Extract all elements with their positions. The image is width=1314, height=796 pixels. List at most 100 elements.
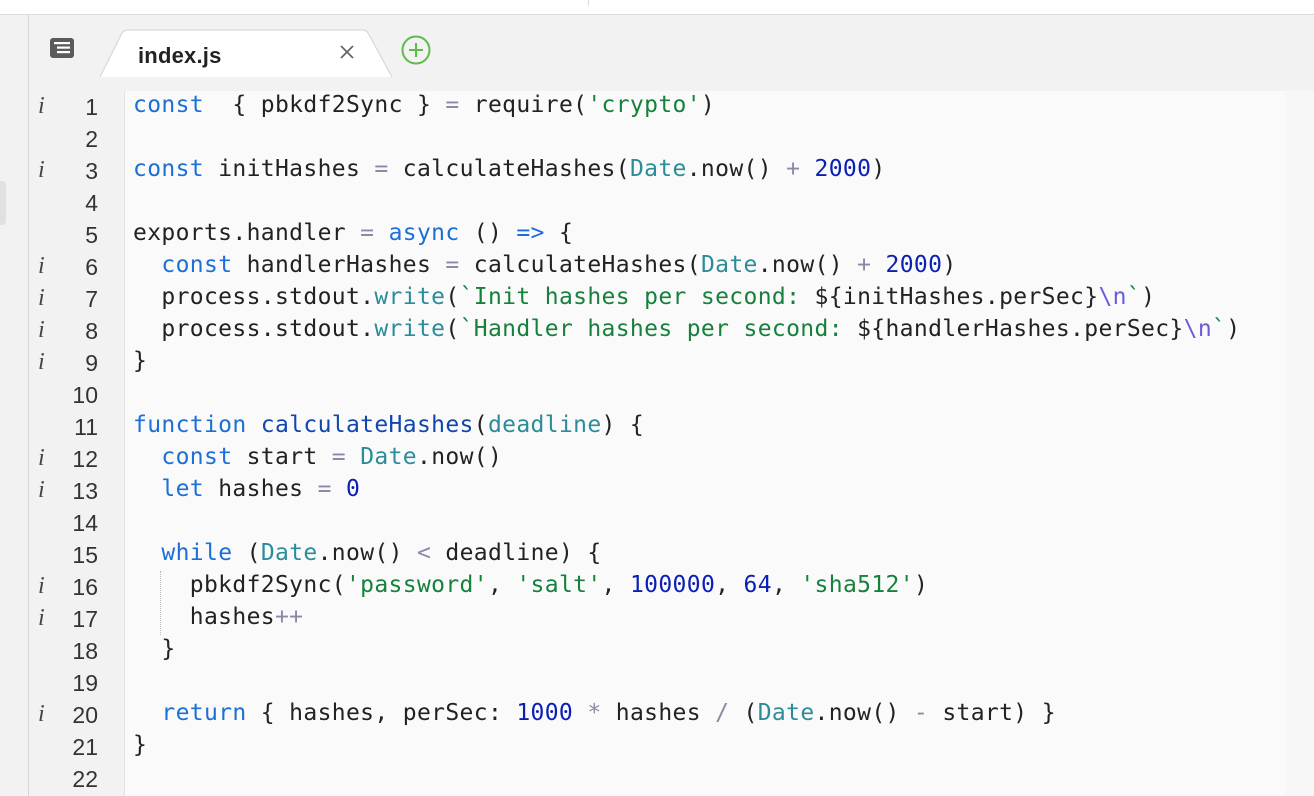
code-token: handlerHashes — [232, 252, 446, 278]
top-bar — [0, 0, 1314, 15]
info-icon[interactable]: i — [38, 445, 54, 472]
code-line[interactable]: i 3 const initHashes = calculateHashes(Dat… — [0, 155, 1314, 187]
code-token: ) — [700, 92, 716, 118]
code-token: initHashes — [204, 156, 375, 182]
line-number: 12 — [72, 446, 98, 472]
code-token: 'salt' — [516, 572, 602, 598]
code-token: async — [388, 220, 460, 246]
code-line[interactable]: i 20 return { hashes, perSec: 1000 * hash… — [0, 699, 1314, 731]
code-line[interactable]: 18 } — [0, 635, 1314, 667]
code-token: \n — [1183, 316, 1213, 342]
code-text: const { pbkdf2Sync } = require('crypto') — [133, 92, 715, 118]
code-token: .now() — [417, 444, 503, 470]
code-line[interactable]: i 1 const { pbkdf2Sync } = require('crypto… — [0, 91, 1314, 123]
info-icon[interactable]: i — [38, 285, 54, 312]
code-line[interactable]: i 6 const handlerHashes = calculateHashes… — [0, 251, 1314, 283]
code-text: process.stdout.write(`Init hashes per se… — [133, 284, 1155, 310]
code-token: = — [317, 476, 332, 502]
code-token: ( — [445, 316, 460, 342]
info-icon[interactable]: i — [38, 349, 54, 376]
code-line[interactable]: 11 function calculateHashes(deadline) { — [0, 411, 1314, 443]
tab-label: index.js — [138, 43, 222, 68]
code-token: const — [161, 252, 233, 278]
code-token: Date — [629, 156, 687, 182]
top-bar-divider — [588, 0, 589, 6]
code-token: 2000 — [885, 252, 943, 278]
code-token: } — [133, 636, 176, 662]
info-icon[interactable]: i — [38, 605, 54, 632]
code-line[interactable]: 15 while (Date.now() < deadline) { — [0, 539, 1314, 571]
code-token: + — [857, 252, 872, 278]
code-line[interactable]: 5 exports.handler = async () => { — [0, 219, 1314, 251]
code-token: ) — [1141, 284, 1156, 310]
code-line[interactable]: 2 — [0, 123, 1314, 155]
line-number: 11 — [74, 414, 98, 440]
code-token: `Handler hashes per second: — [459, 316, 858, 342]
code-line[interactable]: i 17 hashes++ — [0, 603, 1314, 635]
code-text: return { hashes, perSec: 1000 * hashes /… — [133, 700, 1056, 726]
code-line[interactable]: 4 — [0, 187, 1314, 219]
code-token: function — [133, 412, 247, 438]
code-line[interactable]: 14 — [0, 507, 1314, 539]
code-line[interactable]: i 9} — [0, 347, 1314, 379]
code-token: Date — [700, 252, 758, 278]
info-icon[interactable]: i — [38, 317, 54, 344]
code-line[interactable]: 21} — [0, 731, 1314, 763]
code-token: const — [161, 444, 233, 470]
code-text: hashes++ — [133, 604, 303, 630]
code-text: const start = Date.now() — [133, 444, 502, 470]
code-token: ) — [871, 156, 886, 182]
info-icon[interactable]: i — [38, 573, 54, 600]
code-token: , — [771, 572, 801, 598]
code-token: = — [445, 92, 460, 118]
code-token: Date — [757, 700, 815, 726]
code-token: write — [374, 284, 446, 310]
code-token: deadline — [487, 412, 602, 438]
code-line[interactable]: i 8 process.stdout.write(`Handler hashes … — [0, 315, 1314, 347]
code-line[interactable]: i 7 process.stdout.write(`Init hashes per… — [0, 283, 1314, 315]
code-token: = — [331, 444, 346, 470]
line-number: 8 — [85, 318, 98, 344]
line-number: 20 — [72, 702, 98, 728]
line-number: 13 — [72, 478, 98, 504]
info-icon[interactable]: i — [38, 157, 54, 184]
line-number: 7 — [85, 286, 98, 312]
code-line[interactable]: i 13 let hashes = 0 — [0, 475, 1314, 507]
code-token: ) { — [601, 412, 645, 438]
code-line[interactable]: i 16 pbkdf2Sync('password', 'salt', 10000… — [0, 571, 1314, 603]
code-line[interactable]: 19 — [0, 667, 1314, 699]
code-token: const — [133, 156, 204, 182]
info-icon[interactable]: i — [38, 93, 54, 120]
info-icon[interactable]: i — [38, 477, 54, 504]
code-token: let — [161, 476, 204, 502]
line-number: 21 — [72, 734, 98, 760]
code-text: let hashes = 0 — [133, 476, 360, 502]
add-tab-icon[interactable] — [400, 34, 432, 66]
code-token: .now() — [814, 700, 914, 726]
info-icon[interactable]: i — [38, 253, 54, 280]
tab-index-js[interactable]: index.js — [100, 29, 392, 77]
code-text: const handlerHashes = calculateHashes(Da… — [133, 252, 957, 278]
line-number: 14 — [72, 510, 98, 536]
code-token: < — [417, 540, 432, 566]
code-line[interactable]: 22 — [0, 763, 1314, 795]
code-token: ( — [729, 700, 758, 726]
code-token: pbkdf2Sync( — [133, 572, 346, 598]
close-icon[interactable] — [336, 41, 358, 63]
code-token: = — [360, 220, 375, 246]
code-token: hashes — [133, 604, 275, 630]
code-line[interactable]: i 12 const start = Date.now() — [0, 443, 1314, 475]
list-menu-icon[interactable] — [48, 36, 76, 60]
code-token: ( — [473, 412, 488, 438]
code-token: Date — [260, 540, 318, 566]
code-token: hashes — [204, 476, 318, 502]
code-token: calculateHashes — [260, 412, 474, 438]
code-line[interactable]: 10 — [0, 379, 1314, 411]
info-icon[interactable]: i — [38, 701, 54, 728]
